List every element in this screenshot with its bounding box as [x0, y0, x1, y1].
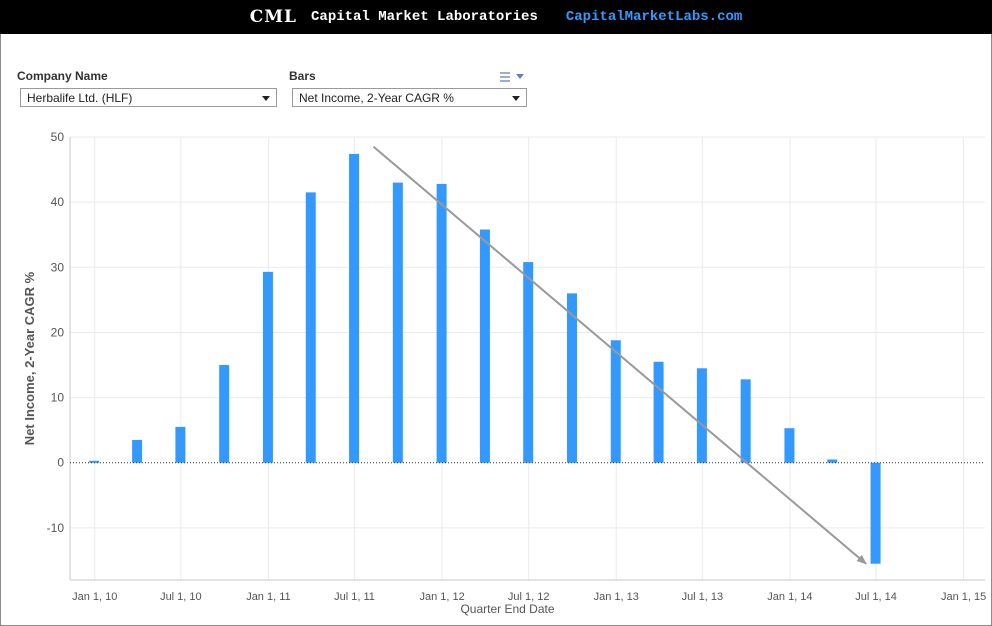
bar [219, 365, 230, 463]
x-tick-label: Jan 1, 11 [246, 591, 290, 603]
y-tick-label: -10 [47, 521, 65, 535]
y-tick-label: 0 [57, 456, 64, 470]
net-income-cagr-bar-chart: 50 40 30 20 10 0 -10 Jan 1, 10 Jul 1, 10 Jan 1, 1… [22, 130, 986, 616]
x-tick-label: Jul 1, 11 [334, 591, 375, 603]
x-tick-label: Jul 1, 14 [855, 591, 897, 603]
x-tick-label: Jan 1, 15 [941, 591, 986, 603]
x-axis-title: Quarter End Date [460, 602, 554, 616]
bar [523, 262, 534, 463]
bar [479, 229, 490, 463]
x-tick-label: Jan 1, 13 [594, 591, 639, 603]
y-axis-title: Net Income, 2-Year CAGR % [22, 271, 37, 445]
bar [349, 153, 360, 463]
bar [870, 462, 881, 564]
x-tick-label: Jul 1, 13 [682, 591, 724, 603]
y-tick-label: 20 [51, 325, 65, 339]
bar [305, 192, 316, 463]
bar [696, 368, 707, 463]
x-tick-label: Jan 1, 14 [767, 591, 812, 603]
x-tick-label: Jan 1, 10 [72, 591, 117, 603]
y-tick-label: 10 [51, 391, 65, 405]
x-tick-label: Jul 1, 10 [160, 591, 202, 603]
x-tick-label: Jan 1, 12 [419, 591, 464, 603]
bar [784, 428, 795, 463]
y-tick-label: 30 [51, 260, 65, 274]
y-tick-label: 50 [51, 130, 65, 144]
bar [132, 439, 143, 463]
bar [436, 183, 447, 463]
y-tick-label: 40 [51, 195, 65, 209]
bar [262, 271, 273, 463]
bar [392, 182, 403, 463]
bar [653, 361, 664, 463]
bar [740, 379, 751, 463]
bar [610, 340, 621, 463]
bar [175, 426, 186, 463]
